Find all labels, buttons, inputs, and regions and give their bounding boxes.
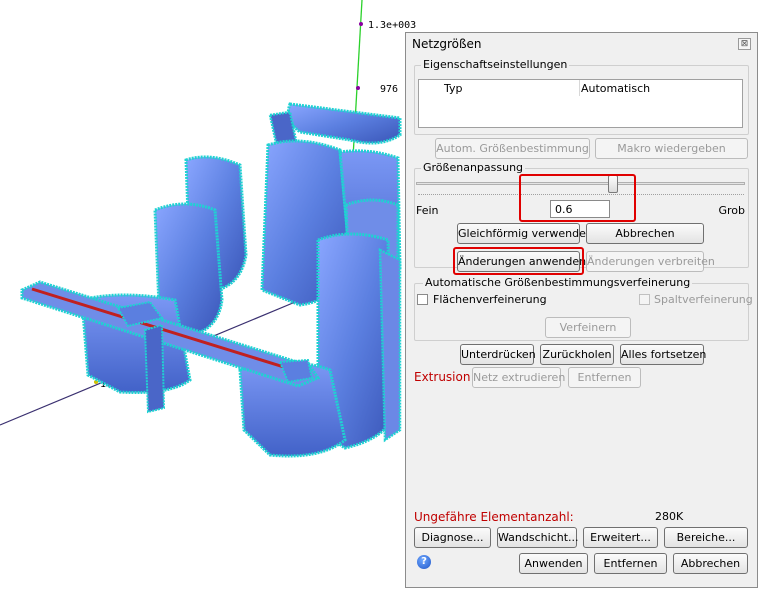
uniform-button[interactable]: Gleichförmig verwenden (457, 223, 593, 244)
panel-title: Netzgrößen (412, 37, 482, 51)
continue-all-button[interactable]: Alles fortsetzen (620, 344, 706, 365)
auto-size-button[interactable]: Autom. Größenbestimmung (435, 138, 590, 159)
apply-button[interactable]: Anwenden (519, 553, 588, 574)
surface-refine-label: Flächenverfeinerung (433, 293, 547, 306)
close-icon[interactable]: ⊠ (738, 38, 751, 50)
mesh-size-panel: Netzgrößen ⊠ Eigenschaftseinstellungen T… (405, 32, 758, 588)
extrusion-remove-button[interactable]: Entfernen (568, 367, 641, 388)
gap-refine-checkbox[interactable] (639, 294, 650, 305)
element-count-value: 280K (655, 510, 684, 523)
property-table[interactable]: Typ Automatisch (418, 79, 743, 128)
surface-refine-checkbox[interactable] (417, 294, 428, 305)
help-icon[interactable]: ? (417, 555, 431, 569)
highlight-apply-changes (453, 247, 584, 275)
element-count-label: Ungefähre Elementanzahl: (414, 510, 574, 524)
table-header-type: Typ (444, 82, 463, 95)
size-adjust-label: Größenanpassung (421, 161, 526, 174)
wall-layer-button[interactable]: Wandschicht... (497, 527, 579, 548)
label-fine: Fein (416, 204, 439, 217)
property-settings-label: Eigenschaftseinstellungen (421, 58, 570, 71)
advanced-button[interactable]: Erweitert... (583, 527, 658, 548)
gap-refine-label: Spaltverfeinerung (654, 293, 753, 306)
column-divider (579, 80, 580, 96)
suppress-button[interactable]: Unterdrücken (460, 344, 536, 365)
reset-button[interactable]: Zurückholen (540, 344, 614, 365)
macro-button[interactable]: Makro wiedergeben (595, 138, 748, 159)
areas-button[interactable]: Bereiche... (664, 527, 748, 548)
auto-refine-label: Automatische Größenbestimmungsverfeineru… (423, 276, 693, 289)
remove-button[interactable]: Entfernen (594, 553, 667, 574)
highlight-slider-value (519, 174, 636, 222)
label-coarse: Grob (718, 204, 745, 217)
table-header-value: Automatisch (581, 82, 651, 95)
diagnose-button[interactable]: Diagnose... (414, 527, 491, 548)
extrude-mesh-button[interactable]: Netz extrudieren (472, 367, 565, 388)
cancel-button[interactable]: Abbrechen (673, 553, 748, 574)
spread-changes-button[interactable]: Änderungen verbreiten (586, 251, 715, 272)
extrusion-label: Extrusion (414, 370, 471, 384)
axis-label-mid: 976 (380, 84, 398, 95)
size-cancel-button[interactable]: Abbrechen (586, 223, 704, 244)
refine-button[interactable]: Verfeinern (545, 317, 631, 338)
axis-label-top: 1.3e+003 (368, 20, 416, 31)
